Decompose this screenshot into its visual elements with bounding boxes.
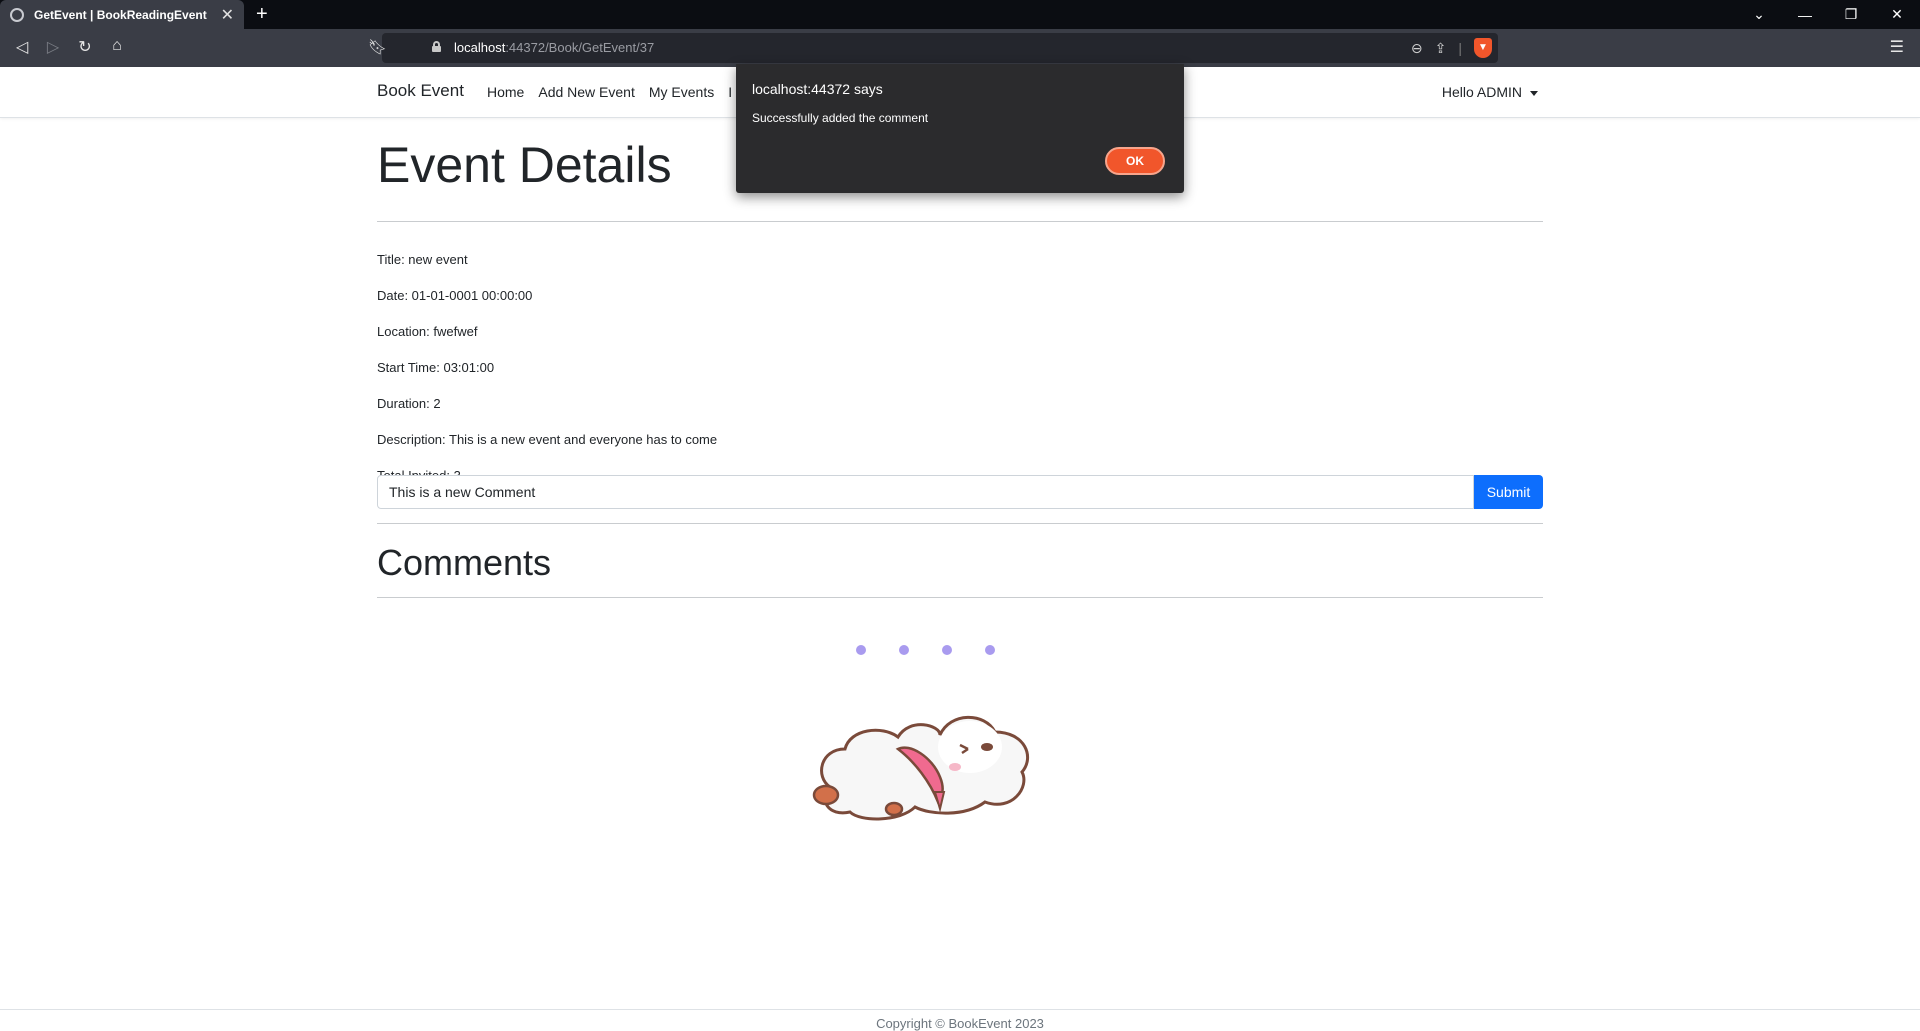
caret-down-icon bbox=[1530, 90, 1538, 96]
tab-search-icon[interactable]: ⌄ bbox=[1736, 6, 1782, 23]
user-dropdown[interactable]: Hello ADMIN bbox=[1442, 84, 1538, 100]
dialog-message: Successfully added the comment bbox=[752, 111, 929, 125]
page: Book Event Home Add New Event My Events … bbox=[0, 67, 1920, 1031]
sleeping-character bbox=[812, 715, 1029, 821]
tab-title: GetEvent | BookReadingEvent bbox=[34, 7, 207, 22]
reload-icon[interactable]: ↻ bbox=[74, 37, 96, 57]
url-text[interactable]: localhost:44372/Book/GetEvent/37 bbox=[454, 40, 654, 55]
page-title: Event Details bbox=[377, 137, 672, 193]
event-location: Location: fwefwef bbox=[377, 324, 478, 339]
event-start-time: Start Time: 03:01:00 bbox=[377, 360, 495, 375]
dialog-title: localhost:44372 says bbox=[752, 81, 883, 97]
comment-input[interactable] bbox=[377, 475, 1474, 509]
forward-icon[interactable]: ▷ bbox=[42, 37, 64, 57]
back-icon[interactable]: ◁ bbox=[11, 37, 33, 57]
divider bbox=[377, 523, 1543, 524]
event-duration: Duration: 2 bbox=[377, 396, 441, 411]
event-title: Title: new event bbox=[377, 252, 468, 267]
home-icon[interactable]: ⌂ bbox=[106, 37, 128, 55]
submit-button[interactable]: Submit bbox=[1474, 475, 1543, 509]
loading-dot bbox=[985, 645, 995, 655]
alert-dialog: localhost:44372 says Successfully added … bbox=[736, 64, 1184, 193]
ok-button[interactable]: OK bbox=[1105, 147, 1165, 175]
divider bbox=[377, 597, 1543, 598]
nav-links: Home Add New Event My Events I bbox=[487, 84, 732, 100]
nav-link-home[interactable]: Home bbox=[487, 84, 524, 100]
brave-shield-icon[interactable]: ▼ bbox=[1474, 38, 1492, 58]
comment-form: Submit bbox=[377, 475, 1543, 509]
comments-heading: Comments bbox=[377, 542, 552, 583]
window-controls: ⌄ — ❐ ✕ bbox=[1736, 0, 1920, 29]
bookmark-icon[interactable]: 🔖︎ bbox=[368, 38, 387, 56]
loading-illustration bbox=[812, 645, 1029, 821]
copyright-text: Copyright © BookEvent 2023 bbox=[876, 1016, 1044, 1031]
close-window-icon[interactable]: ✕ bbox=[1874, 6, 1920, 23]
address-bar[interactable]: 🔖︎ localhost:44372/Book/GetEvent/37 ⊖ ⇪ … bbox=[368, 33, 1498, 63]
new-tab-icon[interactable]: + bbox=[256, 3, 268, 26]
browser-tab[interactable]: GetEvent | BookReadingEvent ✕ bbox=[0, 0, 244, 29]
nav-link-partial[interactable]: I bbox=[728, 84, 732, 100]
divider: | bbox=[1458, 40, 1462, 56]
address-bar-actions: ⊖ ⇪ | ▼ bbox=[1411, 38, 1492, 58]
footer: Copyright © BookEvent 2023 bbox=[0, 1009, 1920, 1031]
browser-tab-bar: GetEvent | BookReadingEvent ✕ + ⌄ — ❐ ✕ bbox=[0, 0, 1920, 29]
loading-dot bbox=[856, 645, 866, 655]
minimize-icon[interactable]: — bbox=[1782, 7, 1828, 23]
user-greeting: Hello ADMIN bbox=[1441, 84, 1522, 100]
lock-icon bbox=[432, 41, 441, 52]
divider bbox=[377, 221, 1543, 222]
url-host: localhost bbox=[454, 40, 506, 55]
navbar-brand[interactable]: Book Event bbox=[377, 81, 464, 101]
globe-icon bbox=[10, 7, 24, 22]
zoom-icon[interactable]: ⊖ bbox=[1411, 40, 1423, 57]
event-description: Description: This is a new event and eve… bbox=[377, 432, 718, 447]
hamburger-menu-icon[interactable]: ☰ bbox=[1890, 37, 1904, 57]
nav-link-my-events[interactable]: My Events bbox=[649, 84, 714, 100]
nav-link-add-new-event[interactable]: Add New Event bbox=[538, 84, 635, 100]
event-date: Date: 01-01-0001 00:00:00 bbox=[377, 288, 533, 303]
url-path: :44372/Book/GetEvent/37 bbox=[505, 40, 655, 55]
share-icon[interactable]: ⇪ bbox=[1435, 40, 1447, 57]
restore-icon[interactable]: ❐ bbox=[1828, 6, 1874, 23]
browser-toolbar: ◁ ▷ ↻ ⌂ 🔖︎ localhost:44372/Book/GetEvent… bbox=[0, 29, 1920, 67]
loading-dot bbox=[899, 645, 909, 655]
loading-dot bbox=[942, 645, 952, 655]
tab-close-icon[interactable]: ✕ bbox=[221, 5, 234, 25]
